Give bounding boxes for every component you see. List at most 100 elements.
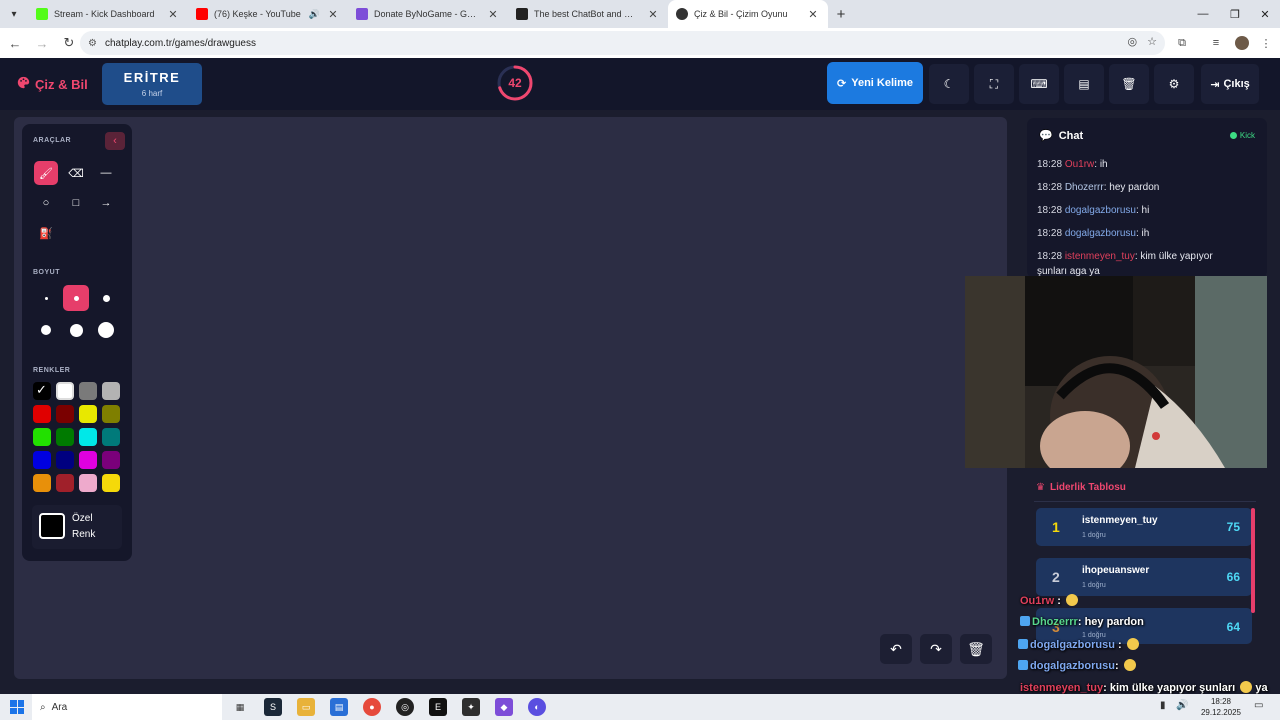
color-swatch[interactable]: [102, 382, 120, 400]
new-tab-plus-icon[interactable]: +: [828, 6, 854, 23]
color-swatch[interactable]: [79, 428, 97, 446]
taskbar-clock[interactable]: 18:28 29.12.2025: [1196, 696, 1246, 718]
chatplay-favicon-icon: [676, 8, 688, 20]
close-icon[interactable]: ✕: [646, 8, 660, 21]
restore-icon[interactable]: ❐: [1218, 0, 1252, 28]
fill-tool[interactable]: ⛽: [34, 221, 58, 245]
game-header: Çiz & Bil ERİTRE 6 harf 42 ⟳ Yeni Kelime…: [0, 58, 1280, 110]
browser-tab-kick[interactable]: Stream - Kick Dashboard ✕: [28, 0, 188, 28]
browser-tab-donate[interactable]: Donate ByNoGame - Gelen/Giden ✕: [348, 0, 508, 28]
notifications-icon[interactable]: ▭: [1254, 700, 1263, 711]
color-swatch[interactable]: [79, 382, 97, 400]
logout-button[interactable]: ⇥ Çıkış: [1201, 64, 1259, 104]
steam-icon[interactable]: S: [264, 698, 282, 716]
app-icon-2[interactable]: ◆: [495, 698, 513, 716]
reload-icon[interactable]: ↻: [57, 31, 81, 55]
close-icon[interactable]: ✕: [166, 8, 180, 21]
color-swatch[interactable]: [56, 428, 74, 446]
tab-search-icon[interactable]: ▾: [0, 0, 28, 28]
media-queue-icon[interactable]: ≡: [1206, 33, 1226, 53]
size-option-5[interactable]: [63, 317, 89, 343]
size-option-4[interactable]: [33, 317, 59, 343]
color-swatch[interactable]: [56, 451, 74, 469]
color-swatch[interactable]: [33, 474, 51, 492]
close-icon[interactable]: ✕: [486, 8, 500, 21]
browser-tab-youtube[interactable]: (76) Keşke - YouTube 🔊 ✕: [188, 0, 348, 28]
app-icon[interactable]: ✦: [462, 698, 480, 716]
close-icon[interactable]: ✕: [326, 8, 340, 21]
overlay-user: Dhozerrr: [1032, 616, 1078, 628]
color-swatch[interactable]: [33, 405, 51, 423]
color-swatch[interactable]: [33, 451, 51, 469]
color-swatch[interactable]: [79, 451, 97, 469]
new-word-button[interactable]: ⟳ Yeni Kelime: [827, 62, 923, 104]
obs-icon[interactable]: ◎: [396, 698, 414, 716]
brush-tool[interactable]: 🖌: [34, 161, 58, 185]
url-field[interactable]: ⚙ chatplay.com.tr/games/drawguess ◎ ☆: [80, 31, 1165, 55]
color-swatch[interactable]: [102, 451, 120, 469]
network-icon[interactable]: ▮: [1160, 700, 1166, 711]
color-swatch[interactable]: [56, 382, 74, 400]
colors-section-title: RENKLER: [33, 367, 71, 374]
size-option-3[interactable]: [93, 285, 119, 311]
close-icon[interactable]: ✕: [806, 8, 820, 21]
windows-start-icon[interactable]: [10, 700, 24, 714]
color-swatch[interactable]: [102, 405, 120, 423]
rectangle-tool[interactable]: □: [64, 191, 88, 215]
color-swatch[interactable]: [79, 405, 97, 423]
fullscreen-button[interactable]: ⛶: [974, 64, 1014, 104]
menu-kebab-icon[interactable]: ⋮: [1256, 33, 1276, 53]
chrome-icon[interactable]: ●: [363, 698, 381, 716]
dark-mode-button[interactable]: ☾: [929, 64, 969, 104]
color-swatch[interactable]: [56, 405, 74, 423]
volume-icon[interactable]: 🔊: [1176, 700, 1188, 711]
size-option-1[interactable]: [33, 285, 59, 311]
speaker-icon[interactable]: 🔊: [309, 9, 320, 20]
arrow-tool[interactable]: →: [94, 191, 118, 215]
color-swatch[interactable]: [102, 474, 120, 492]
browser-tab-drawguess[interactable]: Çiz & Bil - Çizim Oyunu ✕: [668, 0, 828, 28]
line-tool[interactable]: —: [94, 161, 118, 185]
redo-button[interactable]: ↷: [920, 634, 952, 664]
color-swatch[interactable]: [56, 474, 74, 492]
clear-canvas-button[interactable]: 🗑: [960, 634, 992, 664]
browser-tab-chatbot[interactable]: The best ChatBot and Widgets ✕: [508, 0, 668, 28]
settings-button[interactable]: ⚙: [1154, 64, 1194, 104]
task-view-icon[interactable]: ▦: [231, 698, 249, 716]
clock-date: 29.12.2025: [1200, 708, 1242, 717]
brand-logo[interactable]: Çiz & Bil: [17, 76, 88, 92]
taskbar-search[interactable]: ⌕ Ara: [32, 694, 222, 720]
bookmark-star-icon[interactable]: ☆: [1147, 35, 1157, 48]
new-word-label: Yeni Kelime: [851, 77, 913, 89]
eye-off-icon[interactable]: ◎: [1128, 35, 1138, 48]
minimize-icon[interactable]: —: [1186, 0, 1220, 28]
size-option-2[interactable]: [63, 285, 89, 311]
extensions-icon[interactable]: ⧉: [1172, 33, 1192, 53]
drawing-canvas[interactable]: [14, 117, 1007, 679]
back-arrow-icon[interactable]: ←: [3, 31, 27, 55]
undo-button[interactable]: ↶: [880, 634, 912, 664]
site-info-icon[interactable]: ⚙: [88, 38, 97, 49]
emote-icon: [1123, 659, 1136, 671]
color-swatch[interactable]: [79, 474, 97, 492]
window-close-icon[interactable]: ✕: [1248, 0, 1280, 28]
platform-badge: Kick: [1229, 131, 1255, 140]
color-swatch[interactable]: [33, 382, 51, 400]
archive-button[interactable]: ▤: [1064, 64, 1104, 104]
circle-tool[interactable]: ○: [34, 191, 58, 215]
keyboard-button[interactable]: ⌨: [1019, 64, 1059, 104]
store-icon[interactable]: ▤: [330, 698, 348, 716]
eraser-tool[interactable]: ⌫: [64, 161, 88, 185]
collapse-panel-button[interactable]: ‹: [105, 132, 125, 150]
size-option-6[interactable]: [93, 317, 119, 343]
custom-color-button[interactable]: Özel Renk: [32, 505, 122, 549]
delete-button[interactable]: 🗑: [1109, 64, 1149, 104]
file-explorer-icon[interactable]: ▭: [297, 698, 315, 716]
forward-arrow-icon[interactable]: →: [30, 31, 54, 55]
profile-avatar[interactable]: [1232, 33, 1252, 53]
color-swatch[interactable]: [33, 428, 51, 446]
app-icon-3[interactable]: ◐: [528, 698, 546, 716]
color-swatch[interactable]: [102, 428, 120, 446]
epic-games-icon[interactable]: E: [429, 698, 447, 716]
leaderboard-scrollbar[interactable]: [1251, 508, 1255, 613]
